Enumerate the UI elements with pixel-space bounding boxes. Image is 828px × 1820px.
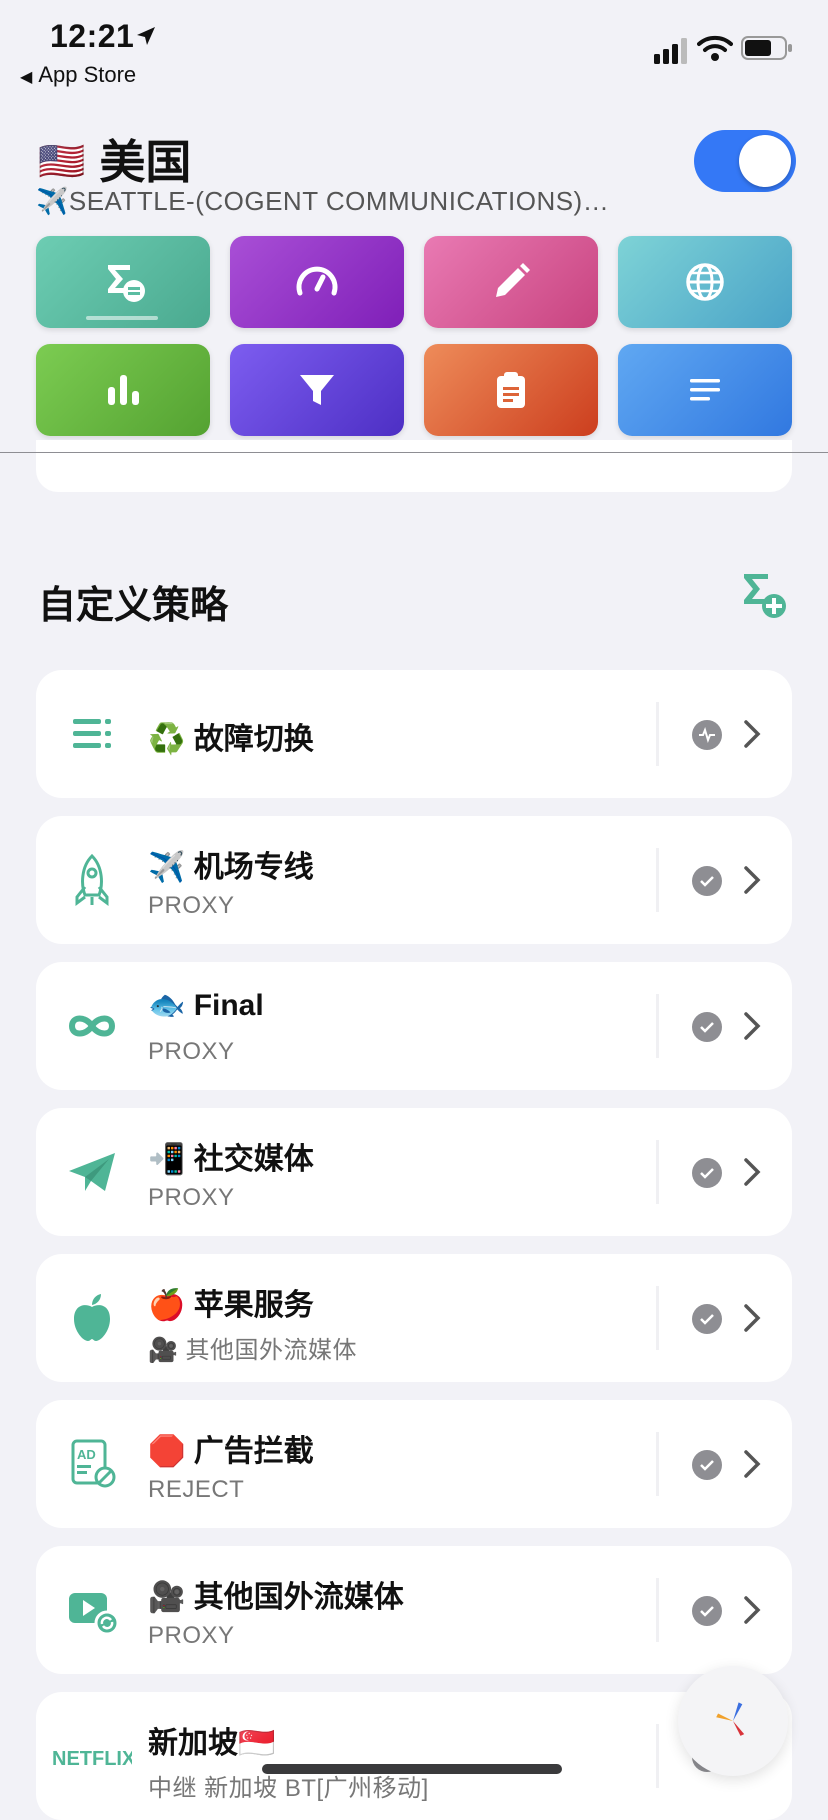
- text-lines-icon: [690, 379, 720, 401]
- back-to-app-store[interactable]: ◀ App Store: [20, 62, 136, 88]
- checkmark-icon: [700, 1022, 714, 1033]
- separator: [656, 1286, 659, 1350]
- previous-card-bottom: [36, 440, 792, 492]
- separator: [656, 1432, 659, 1496]
- apple-icon: [74, 1294, 110, 1341]
- svg-text:NETFLIX: NETFLIX: [52, 1748, 132, 1770]
- policy-card-airport[interactable]: ✈️ 机场专线 PROXY: [36, 816, 792, 944]
- tile-more[interactable]: [618, 344, 792, 436]
- pencil-icon: [496, 263, 530, 297]
- separator: [656, 848, 659, 912]
- chevron-right-icon: [744, 1158, 761, 1186]
- policy-selection: PROXY: [148, 1038, 235, 1065]
- policy-card-foreign-media[interactable]: 🎥 其他国外流媒体 PROXY: [36, 1546, 792, 1674]
- location-arrow-icon: [137, 27, 155, 45]
- toggle-knob: [739, 135, 791, 187]
- separator: [656, 994, 659, 1058]
- wifi-icon: [697, 35, 733, 61]
- checkmark-icon: [700, 1168, 714, 1179]
- policy-card-apple[interactable]: 🍎 苹果服务 🎥 其他国外流媒体: [36, 1254, 792, 1382]
- svg-text:AD: AD: [77, 1447, 96, 1462]
- rocket-icon: [75, 853, 109, 906]
- infinity-icon: [68, 1015, 116, 1037]
- globe-icon: [686, 263, 724, 301]
- policy-selection: PROXY: [148, 892, 235, 919]
- tile-statistics[interactable]: [36, 344, 210, 436]
- back-triangle-icon: ◀: [20, 69, 33, 86]
- checkmark-icon: [700, 1314, 714, 1325]
- pulse-icon: [699, 726, 715, 744]
- policy-name: 🍎 苹果服务: [148, 1289, 314, 1322]
- policy-card-final[interactable]: 🐟 Final PROXY: [36, 962, 792, 1090]
- separator: [656, 1724, 659, 1788]
- section-title: 自定义策略: [38, 585, 229, 627]
- status-bar: 12:21 ◀ App Store: [0, 0, 828, 100]
- policy-card-failover[interactable]: ♻️ 故障切换: [36, 670, 792, 798]
- filter-icon: [300, 375, 334, 405]
- policy-name: 🛑 广告拦截: [148, 1435, 314, 1468]
- add-policy-icon[interactable]: [738, 570, 790, 622]
- policy-selection: REJECT: [148, 1476, 245, 1503]
- policy-selection: PROXY: [148, 1622, 235, 1649]
- separator: [656, 702, 659, 766]
- tile-speed-test[interactable]: [230, 236, 404, 328]
- chevron-right-icon: [744, 1304, 761, 1332]
- policy-name: 📲 社交媒体: [148, 1143, 314, 1176]
- check-status-icon[interactable]: [692, 866, 722, 896]
- video-icon: [69, 1593, 119, 1636]
- ad-block-icon: AD: [71, 1439, 116, 1488]
- checkmark-icon: [700, 1606, 714, 1617]
- policy-name: ♻️ 故障切换: [148, 723, 314, 756]
- tile-rules-filter[interactable]: [230, 344, 404, 436]
- page-title: 🇺🇸 美国: [38, 136, 192, 188]
- separator: [656, 1140, 659, 1204]
- home-indicator: [262, 1764, 562, 1774]
- policy-name: 新加坡🇸🇬: [148, 1727, 276, 1760]
- netflix-icon: NETFLIX: [52, 1748, 132, 1770]
- battery-icon: [741, 36, 792, 60]
- check-status-icon[interactable]: [692, 1596, 722, 1626]
- policy-selection: PROXY: [148, 1184, 235, 1211]
- header-area: 12:21 ◀ App Store 🇺🇸 美国 ✈️SEATTLE-(COGENT …: [0, 0, 828, 452]
- cellular-signal-icon: [654, 38, 687, 64]
- floating-action-button[interactable]: [678, 1666, 788, 1776]
- policy-card-ad-block[interactable]: AD 🛑 广告拦截 REJECT: [36, 1400, 792, 1528]
- policy-card-social-media[interactable]: 📲 社交媒体 PROXY: [36, 1108, 792, 1236]
- policy-selection: 🎥 其他国外流媒体: [148, 1337, 358, 1364]
- tile-edit[interactable]: [424, 236, 598, 328]
- clock: 12:21: [50, 18, 135, 54]
- chevron-right-icon: [744, 1450, 761, 1478]
- activity-status-icon[interactable]: [692, 720, 722, 750]
- policy-name: 🎥 其他国外流媒体: [148, 1581, 404, 1614]
- proxy-toggle[interactable]: [694, 130, 796, 192]
- check-status-icon[interactable]: [692, 1158, 722, 1188]
- us-flag: 🇺🇸: [38, 141, 86, 183]
- tile-logs[interactable]: [424, 344, 598, 436]
- tile-network[interactable]: [618, 236, 792, 328]
- checkmark-icon: [700, 876, 714, 887]
- policy-name: ✈️ 机场专线: [148, 851, 314, 884]
- tile-policy[interactable]: [36, 236, 210, 328]
- pinwheel-icon: [716, 1702, 745, 1736]
- bar-chart-icon: [108, 375, 139, 405]
- chevron-right-icon: [744, 720, 761, 748]
- check-status-icon[interactable]: [692, 1450, 722, 1480]
- separator: [656, 1578, 659, 1642]
- speedometer-icon: [296, 266, 338, 296]
- check-status-icon[interactable]: [692, 1012, 722, 1042]
- chevron-right-icon: [744, 1012, 761, 1040]
- checkmark-icon: [700, 1460, 714, 1471]
- chevron-right-icon: [744, 866, 761, 894]
- chevron-right-icon: [744, 1596, 761, 1624]
- sigma-list-icon: [108, 265, 145, 302]
- paper-plane-icon: [69, 1153, 115, 1191]
- current-node-subtitle: ✈️SEATTLE-(COGENT COMMUNICATIONS)…: [36, 186, 610, 216]
- active-tile-underline: [86, 316, 158, 320]
- shortcut-tiles: [36, 236, 792, 436]
- clipboard-icon: [497, 372, 525, 408]
- header-divider: [0, 452, 828, 453]
- policy-name: 🐟 Final: [148, 989, 264, 1022]
- check-status-icon[interactable]: [692, 1304, 722, 1334]
- list-icon: [73, 719, 111, 748]
